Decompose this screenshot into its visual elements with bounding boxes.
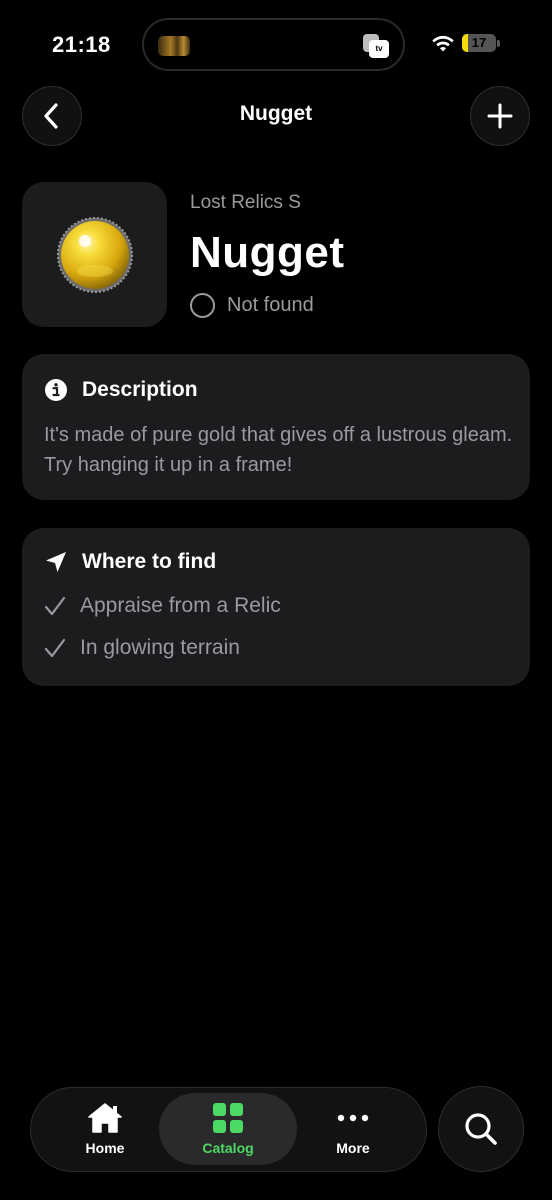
tab-home[interactable]: Home <box>36 1093 174 1165</box>
tab-catalog-label: Catalog <box>202 1140 254 1156</box>
tab-catalog[interactable]: Catalog <box>159 1093 297 1165</box>
apple-tv-icon: tv <box>363 34 389 58</box>
where-to-find-header: Where to find <box>44 550 216 574</box>
location-arrow-icon <box>46 552 66 572</box>
status-time: 21:18 <box>52 32 111 57</box>
found-status-label: Not found <box>227 294 314 316</box>
series-label: Lost Relics S <box>190 192 301 213</box>
find-item-label: Appraise from a Relic <box>80 594 281 617</box>
info-icon <box>45 379 67 401</box>
search-button[interactable] <box>438 1086 524 1172</box>
screen: 21:18 tv 17 Nugget Lost Relics S Nugget … <box>0 0 552 1200</box>
battery-cap <box>497 40 500 47</box>
tab-home-label: Home <box>85 1140 125 1156</box>
add-button[interactable] <box>470 86 530 146</box>
checkmark-icon <box>44 596 66 616</box>
empty-circle-icon <box>190 293 215 318</box>
find-item: In glowing terrain <box>44 636 240 660</box>
battery-level: 17 <box>471 35 487 50</box>
found-status-toggle[interactable]: Not found <box>190 293 314 318</box>
description-card: Description It's made of pure gold that … <box>22 354 530 500</box>
tab-bar: Home Catalog More <box>30 1087 427 1172</box>
description-heading: Description <box>82 378 198 401</box>
find-item-label: In glowing terrain <box>80 636 240 659</box>
find-item: Appraise from a Relic <box>44 594 281 618</box>
item-title: Nugget <box>190 228 345 277</box>
plus-icon <box>487 103 513 129</box>
dynamic-island[interactable]: tv <box>142 18 405 71</box>
tab-more[interactable]: More <box>284 1093 422 1165</box>
wifi-icon <box>432 35 454 52</box>
where-to-find-heading: Where to find <box>82 550 217 573</box>
apple-tv-label: tv <box>369 40 389 58</box>
battery-icon: 17 <box>462 34 496 52</box>
tab-more-label: More <box>336 1140 370 1156</box>
search-icon <box>465 1113 497 1145</box>
description-header: Description <box>44 378 198 402</box>
ellipsis-icon <box>337 1114 369 1122</box>
status-bar: 21:18 tv 17 <box>0 0 552 80</box>
item-image <box>22 182 167 327</box>
grid-icon <box>213 1103 243 1133</box>
checkmark-icon <box>44 638 66 658</box>
where-to-find-card: Where to find Appraise from a Relic In g… <box>22 528 530 686</box>
gold-nugget-icon <box>56 216 133 293</box>
house-icon <box>88 1103 122 1133</box>
media-artwork-icon <box>158 36 190 56</box>
description-text: It's made of pure gold that gives off a … <box>44 424 513 476</box>
